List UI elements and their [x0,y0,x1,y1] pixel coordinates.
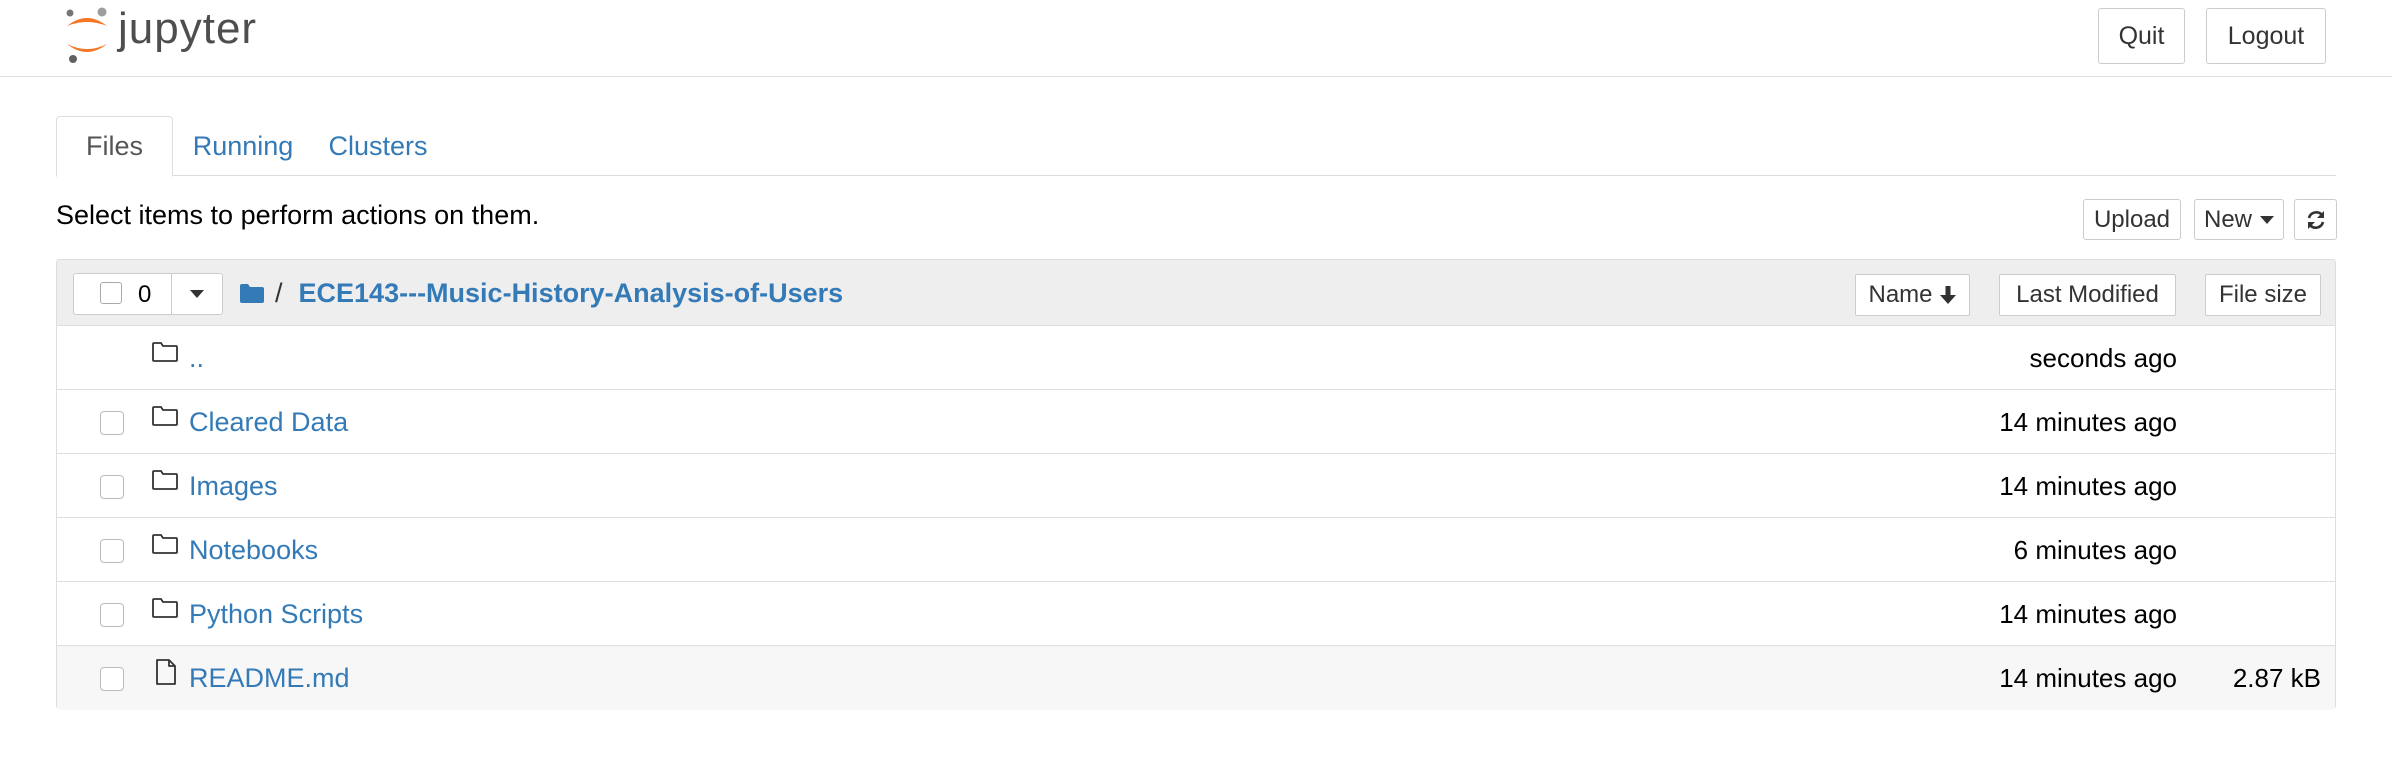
jupyter-logo-icon [66,7,107,63]
list-item[interactable]: Python Scripts 14 minutes ago [57,582,2335,646]
upload-button[interactable]: Upload [2083,199,2181,240]
jupyter-logo[interactable]: jupyter [64,4,257,64]
folder-icon [151,468,179,497]
item-modified: 6 minutes ago [2013,535,2177,565]
item-modified: 14 minutes ago [1999,407,2177,437]
folder-icon [151,340,179,369]
new-label: New [2203,205,2252,233]
select-all-toggle[interactable]: 0 [74,274,172,314]
item-checkbox[interactable] [100,475,124,499]
item-checkbox[interactable] [100,411,124,435]
file-icon [154,658,178,691]
header-bar: jupyter Quit Logout [0,0,2392,77]
file-list: 0 / ECE143---Music-History-Analysis-of-U… [56,259,2336,710]
chevron-down-icon [190,290,204,298]
chevron-down-icon [2260,215,2274,224]
item-name-link[interactable]: Notebooks [189,535,318,566]
new-dropdown-button[interactable]: New [2194,199,2284,240]
item-name-link[interactable]: Images [189,471,278,502]
item-name-link[interactable]: README.md [189,663,350,694]
list-item[interactable]: .. seconds ago [57,326,2335,390]
item-checkbox[interactable] [100,667,124,691]
sort-by-size-button[interactable]: File size [2205,274,2321,316]
list-item[interactable]: Cleared Data 14 minutes ago [57,390,2335,454]
item-modified: seconds ago [2029,343,2177,373]
list-item[interactable]: Images 14 minutes ago [57,454,2335,518]
item-checkbox[interactable] [100,603,124,627]
select-dropdown-button[interactable] [172,274,222,314]
item-modified: 14 minutes ago [1999,663,2177,693]
item-name-link[interactable]: .. [189,343,204,374]
logout-button[interactable]: Logout [2206,8,2326,64]
select-all-checkbox[interactable] [100,282,122,304]
item-size: 2.87 kB [2232,663,2321,693]
sort-by-modified-button[interactable]: Last Modified [1999,274,2176,316]
folder-icon [151,404,179,433]
sort-by-name-button[interactable]: Name [1855,274,1970,316]
tab-clusters[interactable]: Clusters [313,116,443,176]
item-name-link[interactable]: Cleared Data [189,407,348,438]
file-list-header: 0 / ECE143---Music-History-Analysis-of-U… [57,260,2335,326]
item-name-link[interactable]: Python Scripts [189,599,363,630]
sort-name-label: Name [1868,281,1933,308]
select-all-group: 0 [73,273,223,315]
folder-icon[interactable] [239,282,265,304]
selected-count: 0 [138,281,152,308]
item-modified: 14 minutes ago [1999,471,2177,501]
item-checkbox[interactable] [100,539,124,563]
breadcrumb-path-link[interactable]: ECE143---Music-History-Analysis-of-Users [299,278,844,309]
selection-hint: Select items to perform actions on them. [56,200,540,230]
tab-files[interactable]: Files [56,116,173,177]
tab-running[interactable]: Running [173,116,313,176]
folder-icon [151,596,179,625]
arrow-down-icon [1939,286,1956,304]
folder-icon [151,532,179,561]
refresh-icon [2307,210,2324,229]
list-item[interactable]: Notebooks 6 minutes ago [57,518,2335,582]
quit-button[interactable]: Quit [2098,8,2185,64]
logo-text: jupyter [118,4,258,53]
breadcrumb-separator: / [275,277,283,308]
item-modified: 14 minutes ago [1999,599,2177,629]
tab-bar: Files Running Clusters [56,116,2336,177]
list-item[interactable]: README.md 14 minutes ago 2.87 kB [57,646,2335,710]
refresh-button[interactable] [2294,199,2337,240]
breadcrumb: / ECE143---Music-History-Analysis-of-Use… [239,275,843,311]
